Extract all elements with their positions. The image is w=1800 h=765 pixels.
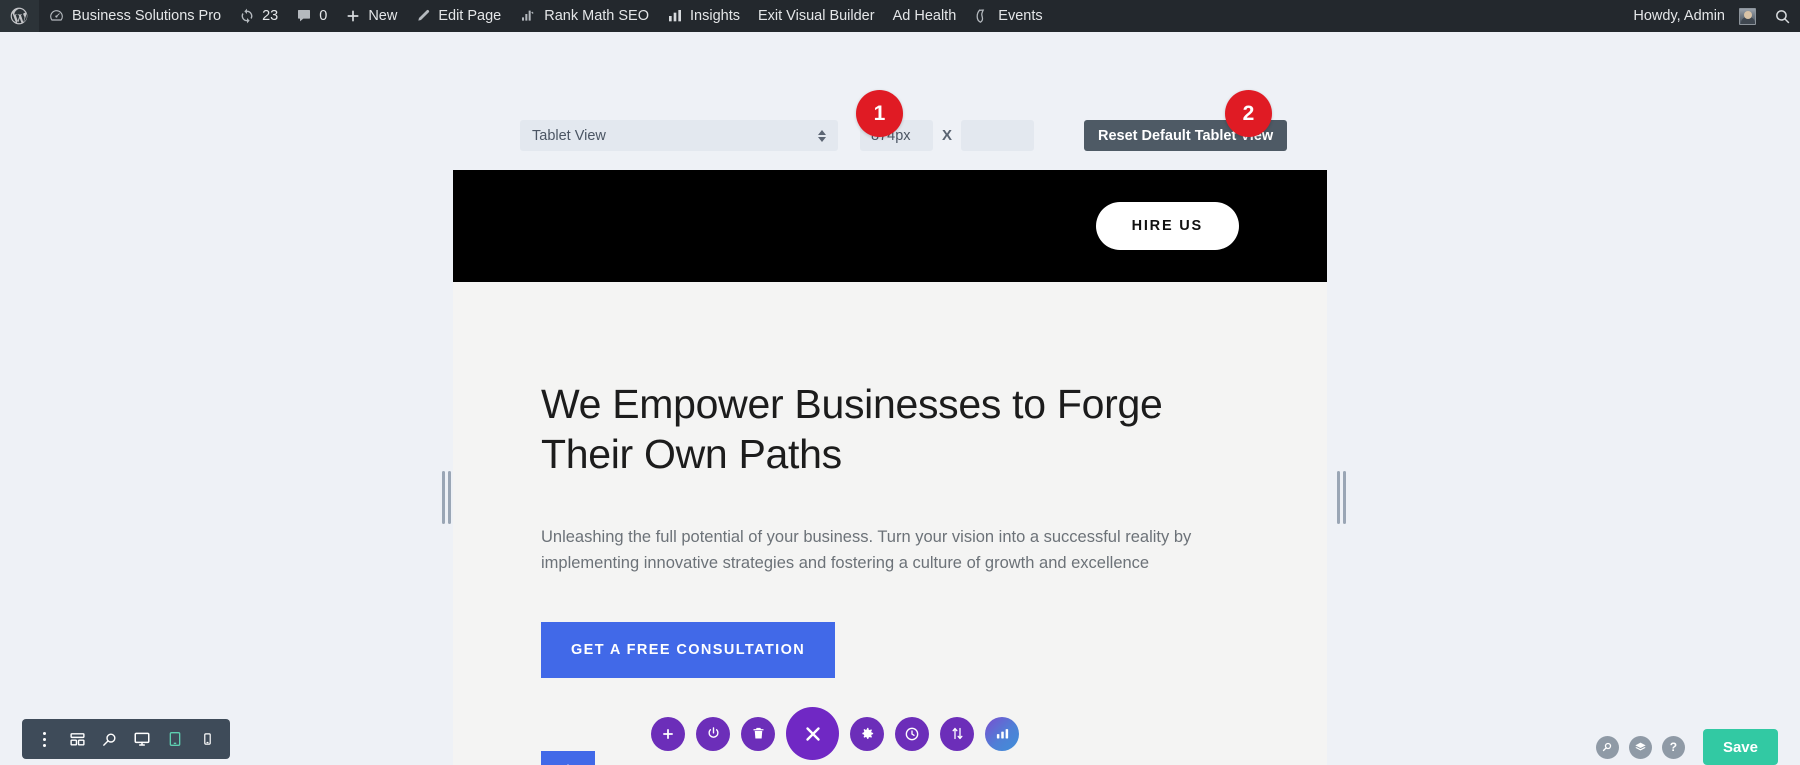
hero-section: We Empower Businesses to Forge Their Own… [453, 282, 1327, 679]
builder-bottom-right-controls: ? Save [1595, 729, 1778, 765]
help-button[interactable]: ? [1661, 735, 1685, 759]
events-label: Events [998, 8, 1043, 24]
wordpress-logo-icon [9, 6, 29, 26]
wireframe-icon [69, 731, 86, 748]
gear-icon [860, 726, 875, 741]
pencil-icon [415, 8, 431, 24]
visual-builder-stage: Tablet View X Reset Default Tablet View … [0, 32, 1800, 765]
save-button[interactable]: Save [1702, 729, 1778, 765]
responsive-view-controls: Tablet View X Reset Default Tablet View [520, 120, 1288, 151]
updates-menu[interactable]: 23 [230, 0, 287, 32]
zoom-view-button[interactable] [93, 719, 126, 759]
rank-math-label: Rank Math SEO [544, 8, 649, 24]
rank-math-menu[interactable]: Rank Math SEO [510, 0, 658, 32]
trash-icon [751, 726, 766, 741]
hero-subtitle: Unleashing the full potential of your bu… [541, 528, 1192, 572]
module-action-toolbar [651, 707, 1019, 760]
module-history-button[interactable] [895, 716, 929, 751]
site-name-menu[interactable]: Business Solutions Pro [39, 0, 230, 32]
stats-icon [995, 726, 1010, 741]
events-icon [974, 8, 991, 25]
add-module-button[interactable] [651, 716, 685, 751]
arrows-updown-icon [950, 726, 965, 741]
zoom-icon [101, 731, 118, 748]
new-content-menu[interactable]: New [336, 0, 406, 32]
close-x-icon [802, 723, 824, 745]
delete-module-button[interactable] [741, 716, 775, 751]
layers-icon [1634, 741, 1647, 754]
plus-icon [345, 8, 361, 24]
admin-bar-right-group: Howdy, Admin [1624, 0, 1800, 32]
howdy-label: Howdy, Admin [1633, 8, 1725, 24]
viewport-resize-handle-left[interactable] [440, 469, 453, 526]
desktop-view-button[interactable] [126, 719, 159, 759]
avatar [1739, 7, 1756, 25]
chevron-updown-icon [818, 129, 826, 142]
phone-icon [201, 731, 214, 747]
rankmath-icon [519, 8, 537, 24]
search-icon [1601, 741, 1613, 753]
clock-icon [904, 726, 920, 742]
admin-bar-search-button[interactable] [1765, 0, 1800, 32]
annotation-badge-1: 1 [856, 90, 903, 137]
exit-visual-builder-label: Exit Visual Builder [757, 8, 875, 24]
annotation-badge-2: 2 [1225, 90, 1272, 137]
site-header: HIRE US [453, 170, 1327, 282]
kebab-menu-icon [42, 731, 46, 747]
page-title: We Empower Businesses to Forge Their Own… [541, 381, 1163, 478]
ad-health-menu[interactable]: Ad Health [884, 0, 966, 32]
close-module-button[interactable] [786, 707, 839, 760]
builder-more-button[interactable] [28, 719, 61, 759]
new-content-label: New [368, 8, 398, 24]
viewport-height-input[interactable] [961, 120, 1034, 151]
get-free-consultation-button[interactable]: GET A FREE CONSULTATION [541, 622, 836, 679]
updates-icon [239, 8, 255, 24]
toggle-module-button[interactable] [696, 716, 730, 751]
desktop-icon [133, 730, 151, 748]
phone-view-button[interactable] [191, 719, 224, 759]
events-menu[interactable]: Events [965, 0, 1051, 32]
tablet-icon [167, 731, 183, 747]
hire-us-button[interactable]: HIRE US [1095, 202, 1239, 250]
builder-view-toolbar [22, 719, 230, 759]
my-account-menu[interactable]: Howdy, Admin [1624, 0, 1765, 32]
comments-count: 0 [319, 8, 328, 24]
plus-icon [661, 727, 675, 741]
module-stats-button[interactable] [985, 716, 1019, 751]
layers-button[interactable] [1628, 735, 1652, 759]
divi-hexagon-logo-icon [541, 751, 595, 765]
page-preview-canvas: HIRE US We Empower Businesses to Forge T… [453, 170, 1327, 765]
search-icon [1774, 8, 1791, 25]
insights-menu[interactable]: Insights [658, 0, 749, 32]
search-button[interactable] [1595, 735, 1619, 759]
view-mode-value: Tablet View [532, 127, 606, 144]
move-module-button[interactable] [940, 716, 974, 751]
updates-count: 23 [262, 8, 279, 24]
wordpress-logo-menu[interactable] [0, 0, 39, 32]
viewport-resize-handle-right[interactable] [1335, 469, 1348, 526]
comment-bubble-icon [296, 8, 312, 24]
module-settings-button[interactable] [850, 716, 884, 751]
exit-visual-builder-menu[interactable]: Exit Visual Builder [749, 0, 884, 32]
wp-admin-bar: Business Solutions Pro 23 0 New Edit Pag… [0, 0, 1800, 32]
tablet-view-button[interactable] [159, 719, 192, 759]
view-mode-select[interactable]: Tablet View [520, 120, 838, 151]
comments-menu[interactable]: 0 [287, 0, 336, 32]
wireframe-view-button[interactable] [61, 719, 94, 759]
bar-chart-icon [667, 8, 683, 24]
site-name-label: Business Solutions Pro [72, 8, 222, 24]
dashboard-icon [48, 8, 65, 25]
edit-page-label: Edit Page [438, 8, 502, 24]
dimension-separator: X [941, 127, 952, 144]
edit-page-menu[interactable]: Edit Page [406, 0, 510, 32]
insights-label: Insights [690, 8, 740, 24]
ad-health-label: Ad Health [892, 8, 957, 24]
power-icon [706, 726, 721, 741]
